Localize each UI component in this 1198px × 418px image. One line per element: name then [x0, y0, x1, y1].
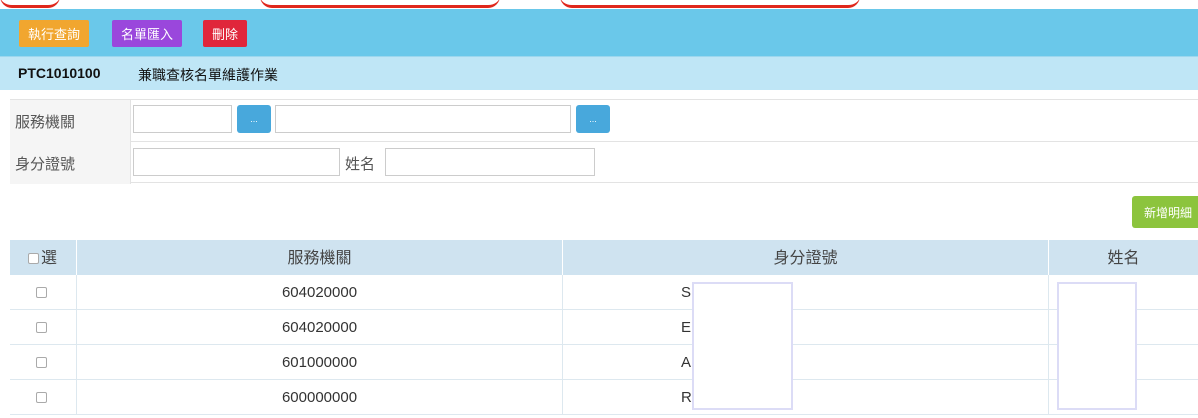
row-select-cell: [10, 275, 77, 310]
header-name: 姓名: [1107, 248, 1140, 267]
org-label: 服務機關: [10, 100, 131, 142]
table-row: 604020000 S 余: [10, 275, 1198, 310]
id-cell: E: [563, 310, 1049, 345]
import-list-button[interactable]: 名單匯入: [112, 20, 183, 47]
table-row: 604020000 E 姿: [10, 310, 1198, 345]
org-cell: 601000000: [77, 345, 563, 380]
form-row-id: 身分證號 姓名: [10, 142, 1198, 184]
row-checkbox[interactable]: [36, 356, 47, 368]
id-cell: A: [563, 345, 1049, 380]
table-row: 600000000 R 李: [10, 380, 1198, 415]
header-select: 選: [10, 240, 77, 275]
row-select-cell: [10, 310, 77, 345]
select-all-checkbox[interactable]: [28, 253, 39, 264]
row-checkbox[interactable]: [36, 286, 47, 298]
org-code-input[interactable]: [133, 105, 232, 133]
row-select-cell: [10, 345, 77, 380]
red-annotation-stroke: [260, 0, 500, 8]
header-id: 身分證號: [563, 240, 1049, 275]
add-detail-button[interactable]: 新增明細: [1132, 196, 1198, 228]
query-form: 服務機關 ... ... 身分證號 姓名: [10, 99, 1198, 184]
redaction-box: [1057, 282, 1137, 410]
id-label: 身分證號: [10, 142, 131, 184]
row-checkbox[interactable]: [36, 321, 47, 333]
delete-button[interactable]: 刪除: [203, 20, 248, 47]
row-checkbox[interactable]: [36, 391, 47, 403]
name-input[interactable]: [385, 148, 595, 176]
id-cell: R: [563, 380, 1049, 415]
header-select-label: 選: [41, 248, 58, 267]
org-cell: 604020000: [77, 275, 563, 310]
page-title: 兼職查核名單維護作業: [138, 68, 278, 84]
redaction-box: [692, 282, 793, 410]
org-code-lookup-button[interactable]: ...: [237, 105, 271, 133]
red-annotation-stroke: [560, 0, 860, 8]
name-label: 姓名: [345, 155, 376, 173]
id-number-input[interactable]: [133, 148, 340, 176]
query-button[interactable]: 執行查詢: [19, 20, 90, 47]
org-name-lookup-button[interactable]: ...: [576, 105, 610, 133]
org-cell: 604020000: [77, 310, 563, 345]
table-header: 選 服務機關 身分證號 姓名: [10, 240, 1198, 275]
toolbar: 執行查詢 名單匯入 刪除: [0, 9, 1198, 56]
id-cell: S: [563, 275, 1049, 310]
form-row-org: 服務機關 ... ...: [10, 100, 1198, 142]
header-org: 服務機關: [77, 240, 563, 275]
org-name-input[interactable]: [275, 105, 571, 133]
red-annotation-stroke: [0, 0, 60, 8]
page-title-bar: PTC1010100 兼職查核名單維護作業: [0, 56, 1198, 90]
page-code: PTC1010100: [18, 65, 101, 81]
top-annotation-strip: [0, 0, 1198, 9]
org-cell: 600000000: [77, 380, 563, 415]
row-select-cell: [10, 380, 77, 415]
table-row: 601000000 A 陳: [10, 345, 1198, 380]
